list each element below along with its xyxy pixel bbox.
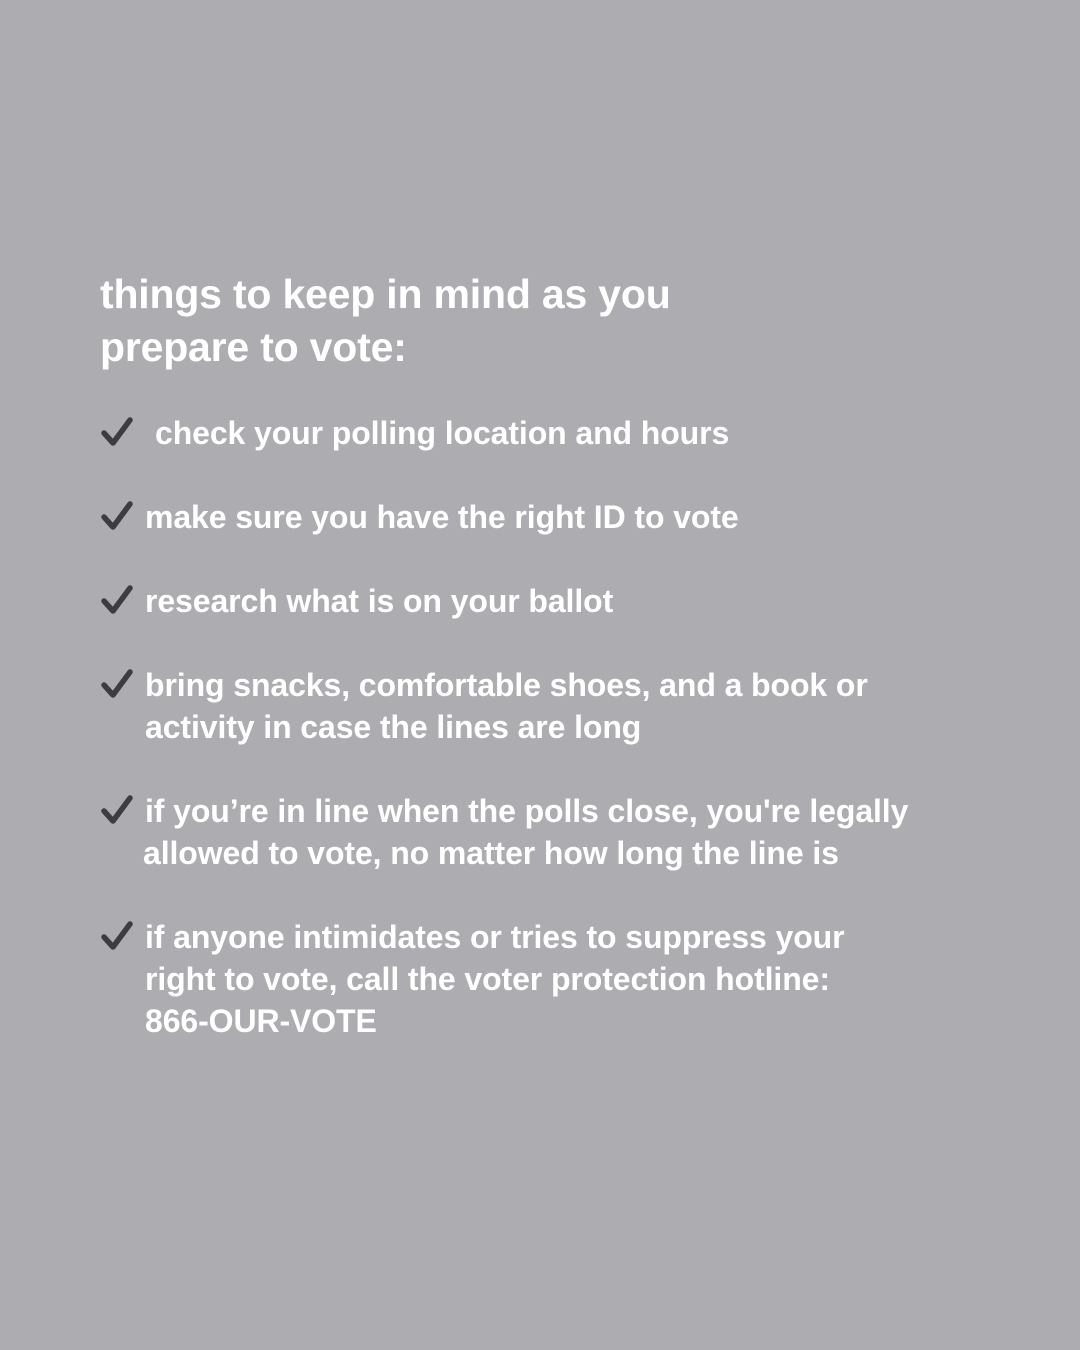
check-icon (101, 585, 133, 614)
item-text-line-2: activity in case the lines are long (145, 709, 642, 745)
item-text: research what is on your ballot (145, 583, 614, 619)
voting-tips-card: things to keep in mind as you prepare to… (0, 0, 1080, 1350)
checklist-item-hotline: if anyone intimidates or tries to suppre… (100, 916, 1000, 1042)
checklist-item-stay-in-line: if you’re in line when the polls close, … (100, 790, 1000, 874)
check-icon (101, 921, 133, 950)
check-icon (101, 501, 133, 530)
item-text: check your polling location and hours (155, 415, 730, 451)
check-icon (101, 417, 133, 446)
item-text-line-2: right to vote, call the voter protection… (145, 961, 830, 997)
checklist: check your polling location and hours ma… (100, 412, 1000, 1084)
heading: things to keep in mind as you prepare to… (100, 268, 980, 374)
checklist-item-bring-snacks: bring snacks, comfortable shoes, and a b… (100, 664, 1000, 748)
checklist-item-right-id: make sure you have the right ID to vote (100, 496, 1000, 538)
item-text-line-2: allowed to vote, no matter how long the … (143, 835, 839, 871)
checklist-item-polling-location: check your polling location and hours (100, 412, 1000, 454)
hotline-number: 866-OUR-VOTE (145, 1003, 377, 1039)
item-text-line-1: if you’re in line when the polls close, … (145, 793, 909, 829)
item-text: make sure you have the right ID to vote (145, 499, 739, 535)
check-icon (101, 669, 133, 698)
checklist-item-research-ballot: research what is on your ballot (100, 580, 1000, 622)
item-text-line-1: if anyone intimidates or tries to suppre… (145, 919, 845, 955)
heading-line-2: prepare to vote: (100, 324, 407, 370)
item-text-line-1: bring snacks, comfortable shoes, and a b… (145, 667, 868, 703)
heading-line-1: things to keep in mind as you (100, 271, 671, 317)
check-icon (101, 795, 133, 824)
